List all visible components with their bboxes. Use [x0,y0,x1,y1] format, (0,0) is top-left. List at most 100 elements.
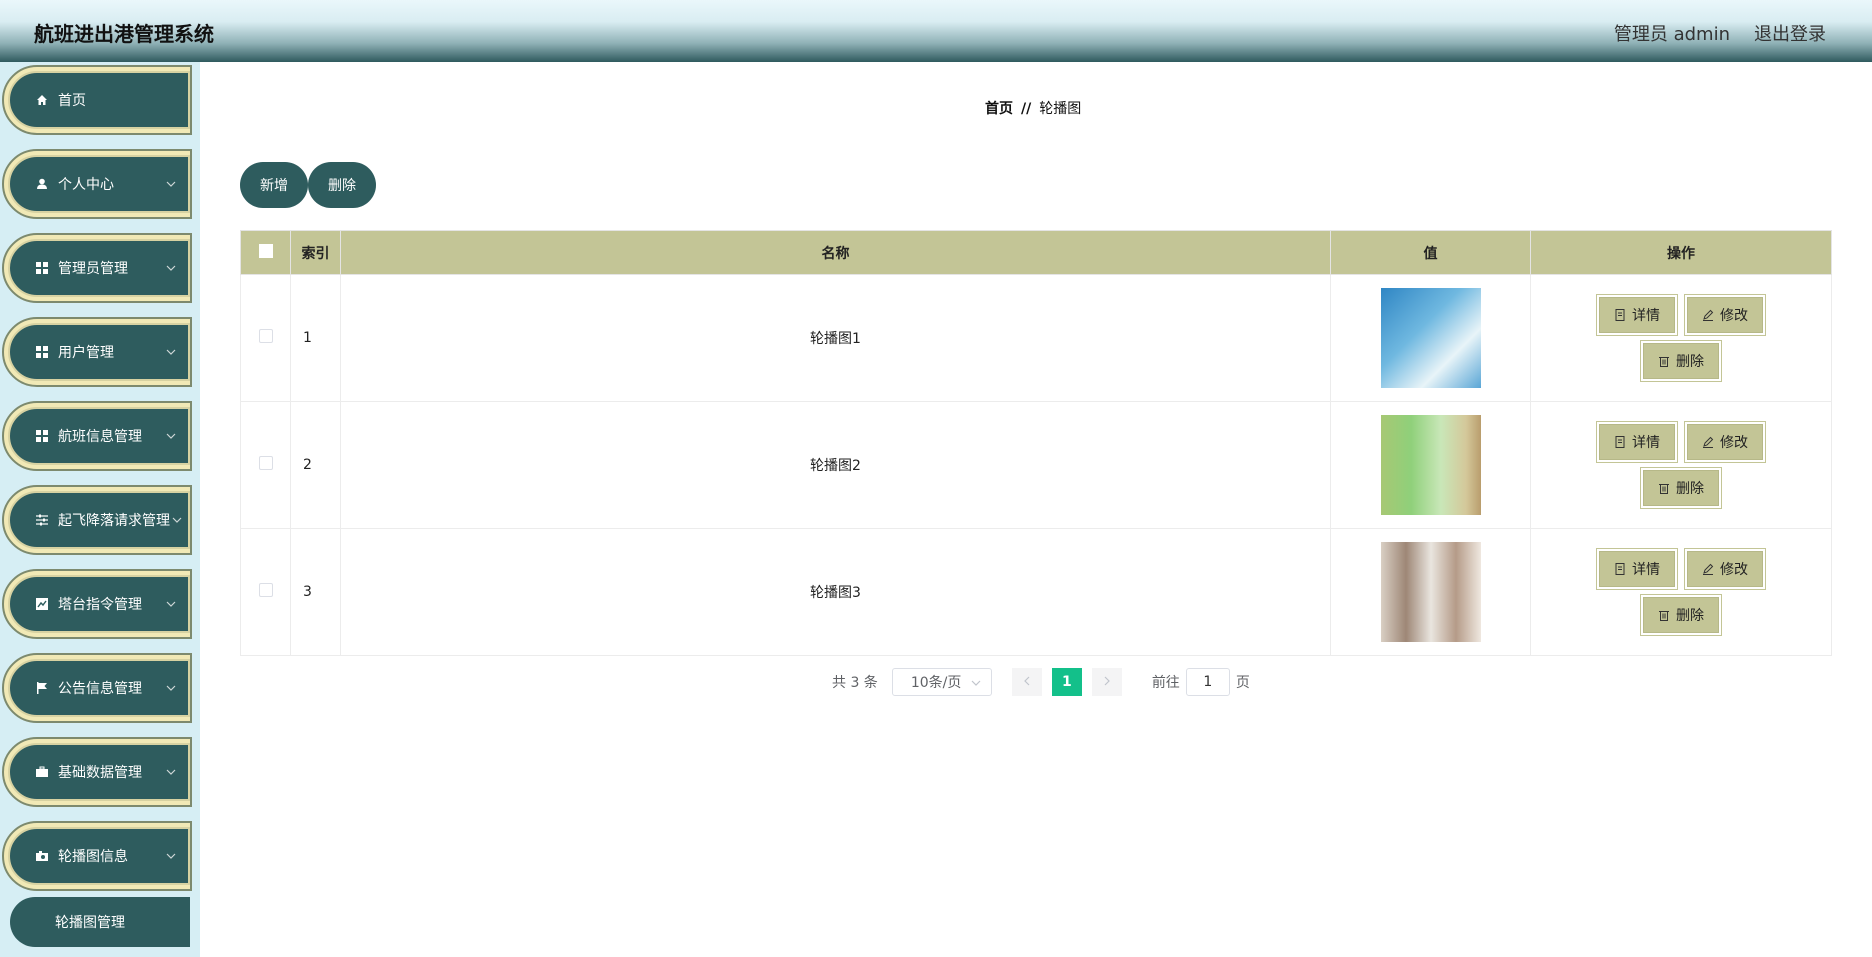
pencil-icon [1702,309,1714,321]
sidebar-item-admins[interactable]: 管理员管理 [2,233,192,303]
page-size-value: 10条/页 [910,675,962,691]
briefcase-icon [36,766,48,778]
chevron-down-icon [971,674,981,690]
chevron-right-icon [1104,674,1110,690]
grid-icon [36,262,48,274]
prev-page-button[interactable] [1011,668,1042,696]
carousel-thumbnail [1380,415,1481,515]
breadcrumb-home[interactable]: 首页 [985,101,1013,117]
select-all-checkbox[interactable] [258,243,273,258]
page-number-current[interactable]: 1 [1051,668,1082,696]
table-row: 2 轮播图2 详情 修改 删除 [240,401,1832,529]
sidebar-item-announcements[interactable]: 公告信息管理 [2,653,192,723]
delete-button[interactable]: 删除 [1641,468,1721,508]
sidebar-item-carousel[interactable]: 轮播图信息 [2,821,192,891]
sidebar-item-profile[interactable]: 个人中心 [2,149,192,219]
detail-button[interactable]: 详情 [1597,295,1677,335]
table-row: 1 轮播图1 详情 修改 删除 [240,274,1832,402]
current-user-label: 管理员 admin [1613,24,1730,45]
select-all-cell [240,230,291,275]
logout-link[interactable]: 退出登录 [1754,20,1826,46]
goto-label: 前往 [1151,675,1180,691]
row-value [1330,401,1531,529]
sidebar-item-tower-commands[interactable]: 塔台指令管理 [2,569,192,639]
home-icon [36,94,48,106]
flag-icon [36,682,48,694]
sidebar-item-flights[interactable]: 航班信息管理 [2,401,192,471]
sidebar-item-takeoff-requests[interactable]: 起飞降落请求管理 [2,485,192,555]
row-value [1330,274,1531,402]
carousel-table: 索引 名称 值 操作 1 轮播图1 详情 修改 删除 2 轮播图2 详情 修改 … [240,230,1832,656]
camera-icon [36,850,48,862]
trash-icon [1658,355,1670,367]
pencil-icon [1702,436,1714,448]
sidebar-item-label: 用户管理 [58,345,114,361]
chevron-down-icon [164,597,178,611]
app-title: 航班进出港管理系统 [34,22,214,46]
chevron-down-icon [164,261,178,275]
sidebar-item-label: 公告信息管理 [58,681,142,697]
row-checkbox[interactable] [258,329,273,343]
sidebar-item-label: 个人中心 [58,177,114,193]
pagination-total: 共 3 条 [832,675,878,691]
breadcrumb: 首页 // 轮播图 [985,98,1081,118]
row-select-cell [240,401,291,529]
sidebar-item-home[interactable]: 首页 [2,65,192,135]
pencil-icon [1702,563,1714,575]
document-icon [1614,563,1626,575]
row-checkbox[interactable] [258,583,273,597]
column-header-index: 索引 [290,230,341,275]
carousel-thumbnail [1380,288,1481,388]
edit-button[interactable]: 修改 [1685,549,1765,589]
row-actions: 详情 修改 删除 [1530,528,1832,656]
edit-label: 修改 [1720,308,1748,324]
next-page-button[interactable] [1091,668,1122,696]
edit-button[interactable]: 修改 [1685,422,1765,462]
chevron-down-icon [164,345,178,359]
row-checkbox[interactable] [258,456,273,470]
sidebar-subitem-carousel-management[interactable]: 轮播图管理 [10,897,190,947]
row-value [1330,528,1531,656]
delete-button[interactable]: 删除 [1641,595,1721,635]
sidebar-item-label: 首页 [58,93,86,109]
chart-icon [36,598,48,610]
column-header-actions: 操作 [1530,230,1832,275]
detail-button[interactable]: 详情 [1597,422,1677,462]
add-button[interactable]: 新增 [240,162,308,208]
chevron-down-icon [164,849,178,863]
chevron-down-icon [170,513,184,527]
row-select-cell [240,274,291,402]
edit-button[interactable]: 修改 [1685,295,1765,335]
sidebar-item-label: 轮播图信息 [58,849,128,865]
trash-icon [1658,609,1670,621]
edit-label: 修改 [1720,435,1748,451]
edit-label: 修改 [1720,562,1748,578]
detail-label: 详情 [1632,435,1660,451]
delete-label: 删除 [1676,354,1704,370]
bulk-delete-button[interactable]: 删除 [308,162,376,208]
breadcrumb-current: 轮播图 [1039,101,1082,117]
sidebar-item-users[interactable]: 用户管理 [2,317,192,387]
chevron-down-icon [164,429,178,443]
user-icon [36,178,48,190]
row-actions: 详情 修改 删除 [1530,274,1832,402]
sidebar-item-label: 管理员管理 [58,261,128,277]
delete-label: 删除 [1676,608,1704,624]
sidebar-item-label: 基础数据管理 [58,765,142,781]
pagination: 共 3 条 10条/页 1 前往 1 页 [832,668,1250,696]
detail-button[interactable]: 详情 [1597,549,1677,589]
detail-label: 详情 [1632,562,1660,578]
delete-button[interactable]: 删除 [1641,341,1721,381]
row-select-cell [240,528,291,656]
sidebar-item-label: 起飞降落请求管理 [58,513,170,529]
grid-icon [36,346,48,358]
sidebar-item-label: 塔台指令管理 [58,597,142,613]
grid-icon [36,430,48,442]
goto-page-input[interactable]: 1 [1185,668,1230,696]
sidebar-item-base-data[interactable]: 基础数据管理 [2,737,192,807]
page-size-select[interactable]: 10条/页 [891,668,992,696]
document-icon [1614,309,1626,321]
row-actions: 详情 修改 删除 [1530,401,1832,529]
table-header-row: 索引 名称 值 操作 [240,230,1832,275]
row-index: 2 [290,401,341,529]
